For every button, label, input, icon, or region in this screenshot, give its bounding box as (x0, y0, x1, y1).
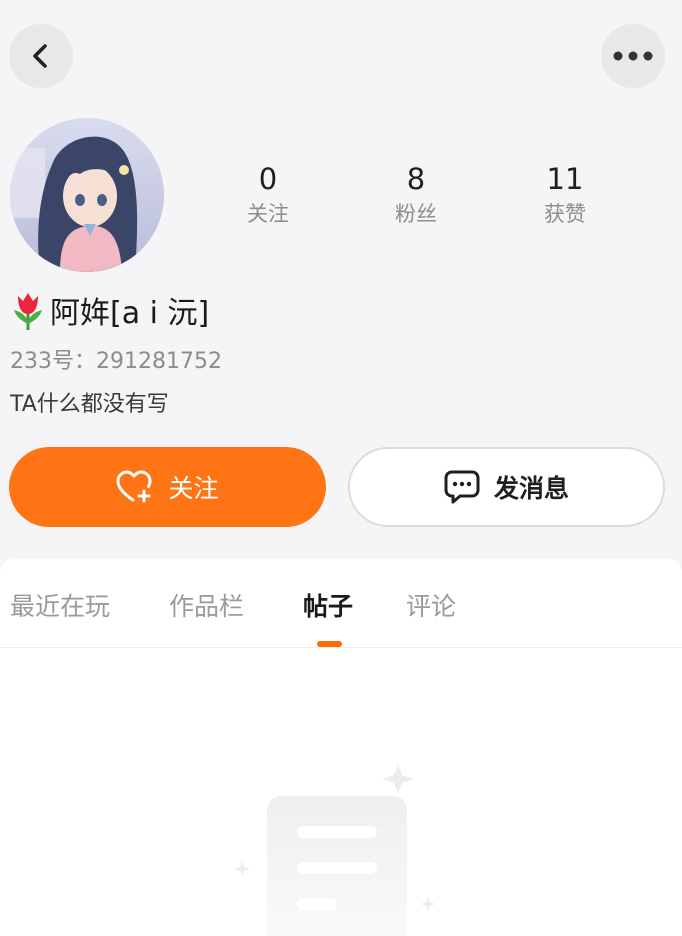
tab-recently-played[interactable]: 最近在玩 (10, 587, 110, 623)
back-button[interactable] (9, 24, 73, 88)
chevron-left-icon (33, 44, 47, 68)
more-button[interactable] (601, 24, 665, 88)
tulip-icon (14, 293, 42, 330)
stat-value: 8 (406, 162, 426, 196)
tab-bar: 最近在玩 作品栏 帖子 评论 (0, 559, 682, 648)
user-bio: TA什么都没有写 (10, 392, 169, 417)
active-tab-indicator (317, 641, 342, 647)
username: 阿姩[a i 沅] (50, 296, 210, 331)
tab-comments[interactable]: 评论 (406, 587, 456, 623)
heart-plus-icon (116, 470, 152, 503)
chat-bubble-icon (444, 470, 480, 504)
content-panel: 最近在玩 作品栏 帖子 评论 (0, 559, 682, 936)
user-id: 233号：291281752 (10, 349, 222, 374)
stat-label: 粉丝 (395, 202, 437, 226)
stat-value: 11 (546, 162, 584, 196)
stat-value: 0 (258, 162, 278, 196)
send-message-button[interactable]: 发消息 (348, 447, 665, 527)
stat-fans[interactable]: 8 粉丝 (361, 160, 471, 230)
follow-button[interactable]: 关注 (9, 447, 326, 527)
tab-works[interactable]: 作品栏 (169, 587, 244, 623)
stat-likes[interactable]: 11 获赞 (510, 160, 620, 230)
more-dots-icon (613, 51, 653, 61)
empty-document-icon (234, 764, 435, 936)
stat-label: 关注 (247, 202, 289, 226)
avatar[interactable] (10, 118, 164, 272)
stat-label: 获赞 (544, 202, 586, 226)
tab-posts[interactable]: 帖子 (303, 587, 353, 623)
send-message-label: 发消息 (493, 474, 569, 503)
stat-following[interactable]: 0 关注 (213, 160, 323, 230)
username-row: 阿姩[a i 沅] (10, 288, 209, 332)
follow-label: 关注 (168, 474, 219, 503)
